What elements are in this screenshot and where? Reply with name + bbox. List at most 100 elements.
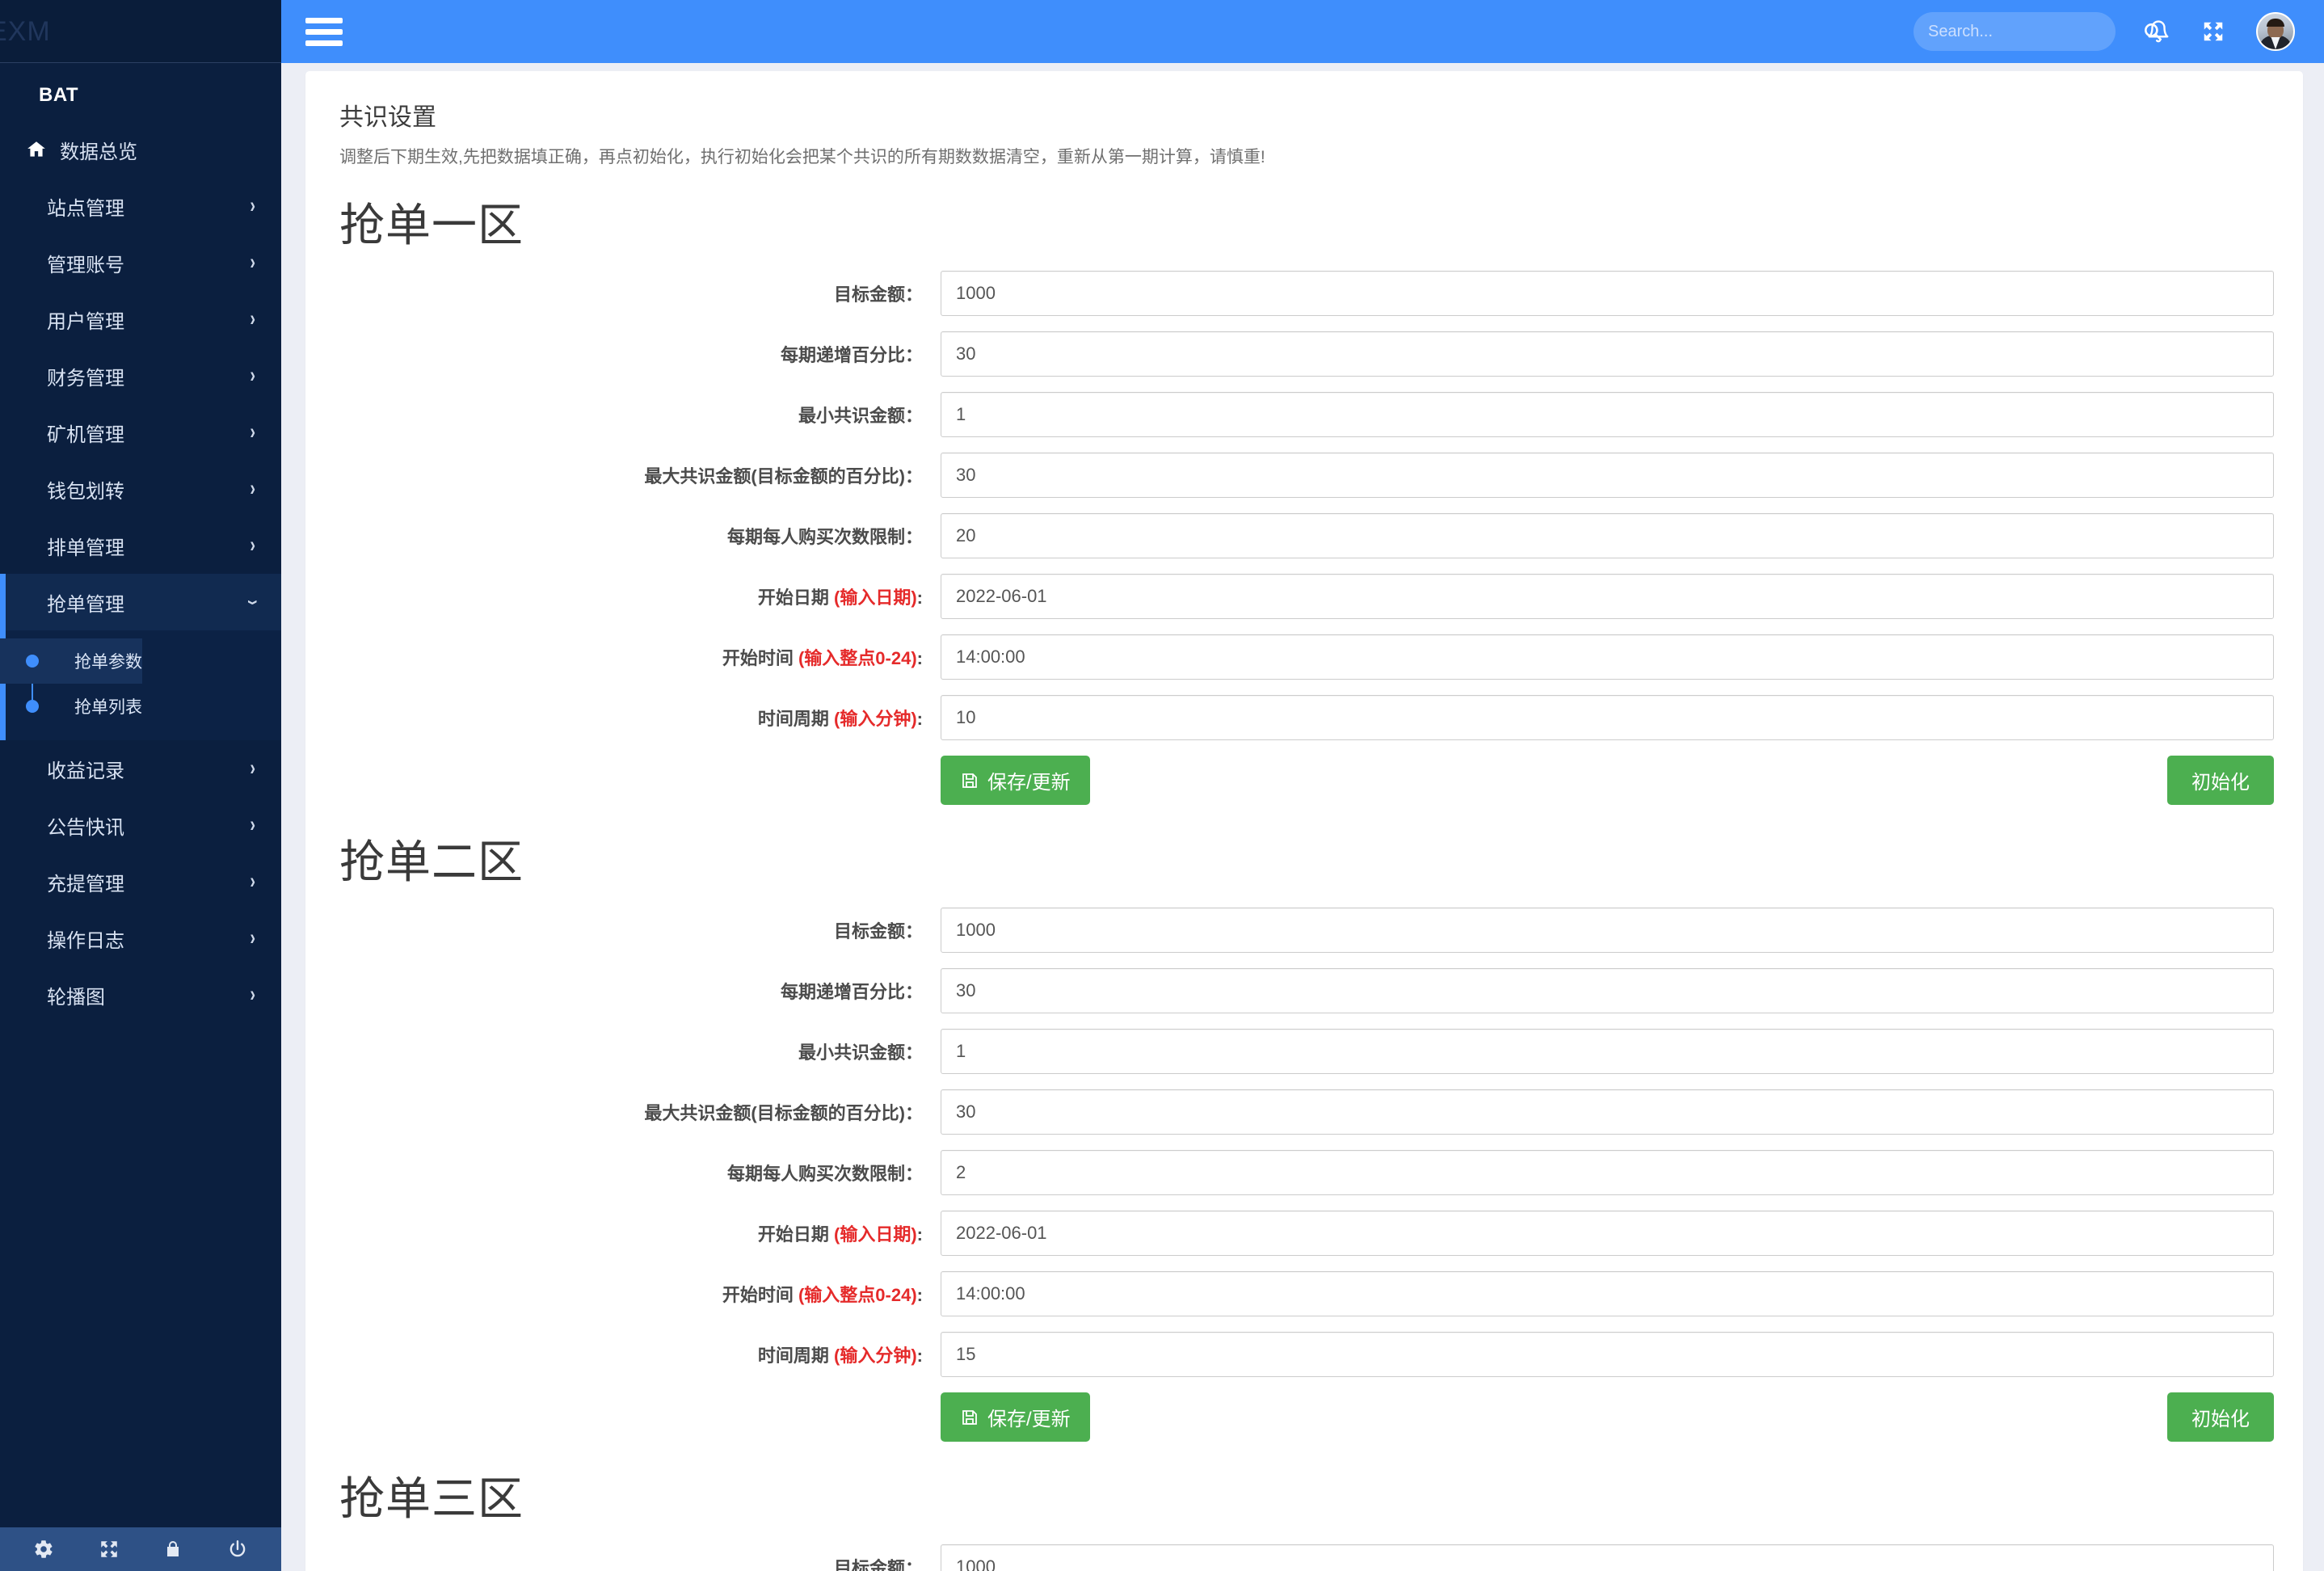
brand-label: BAT [39,84,79,106]
start-date-input-1[interactable] [941,574,2274,619]
field-label: 每期每人购买次数限制： [726,527,923,547]
chevron-right-icon: › [250,250,255,275]
chevron-down-icon: › [241,599,266,605]
target-amount-input-3[interactable] [941,1544,2274,1571]
target-amount-input-1[interactable] [941,271,2274,316]
sidebar-item-carousel[interactable]: 轮播图 › [0,967,281,1023]
sidebar-item-miner[interactable]: 矿机管理 › [0,404,281,461]
sidebar-item-finance[interactable]: 财务管理 › [0,347,281,404]
save-button-label: 保存/更新 [987,772,1071,794]
sidebar-item-admin-account[interactable]: 管理账号 › [0,234,281,291]
max-consensus-input-1[interactable] [941,453,2274,498]
actions-row-1: 保存/更新 初始化 [335,756,2274,805]
field-row-target-amount-3: 目标金额： [335,1544,2274,1571]
field-label: 每期递增百分比： [780,982,923,1002]
field-label-hint: (输入分钟) [834,709,917,729]
sidebar-item-announcements[interactable]: 公告快讯 › [0,797,281,853]
chevron-right-icon: › [250,306,255,331]
gear-icon[interactable] [33,1539,54,1560]
page-description: 调整后下期生效,先把数据填正确，再点初始化，执行初始化会把某个共识的所有期数数据… [339,148,1265,166]
min-consensus-input-2[interactable] [941,1029,2274,1074]
avatar[interactable] [2256,12,2295,51]
field-row-increase-percent-1: 每期递增百分比： [335,331,2274,377]
sidebar-subitem-grab-list[interactable]: 抢单列表 [0,684,281,729]
expand-icon[interactable] [99,1539,120,1560]
start-time-input-1[interactable] [941,634,2274,680]
period-input-1[interactable] [941,695,2274,740]
sidebar-item-operation-log[interactable]: 操作日志 › [0,910,281,967]
purchase-limit-input-1[interactable] [941,513,2274,558]
field-label-main: 开始时间 [722,1285,798,1305]
sidebar-item-earnings-record[interactable]: 收益记录 › [0,740,281,797]
sidebar-item-wallet-transfer[interactable]: 钱包划转 › [0,461,281,517]
sidebar-item-grab-order-management[interactable]: 抢单管理 › [0,574,281,630]
sidebar-item-deposit-withdraw[interactable]: 充提管理 › [0,853,281,910]
field-label-suffix: : [916,1224,923,1245]
chevron-right-icon: › [250,476,255,501]
sidebar-item-order-queue[interactable]: 排单管理 › [0,517,281,574]
field-row-increase-percent-2: 每期递增百分比： [335,968,2274,1013]
max-consensus-input-2[interactable] [941,1089,2274,1135]
search-box[interactable] [1914,12,2162,51]
chevron-right-icon: › [250,533,255,558]
increase-percent-input-1[interactable] [941,331,2274,377]
field-label-hint: (输入日期) [834,588,917,608]
sidebar-item-user-management[interactable]: 用户管理 › [0,291,281,347]
actions-row-2: 保存/更新 初始化 [335,1392,2274,1442]
field-label: 每期递增百分比： [780,345,923,365]
init-button-1[interactable]: 初始化 [2167,756,2274,805]
field-label-suffix: : [916,588,923,608]
field-label: 开始时间 (输入整点0-24): [335,644,941,670]
save-button-label: 保存/更新 [987,1409,1071,1430]
field-row-purchase-limit-2: 每期每人购买次数限制： [335,1150,2274,1195]
sidebar-item-site[interactable]: 站点管理 › [0,178,281,234]
chevron-right-icon: › [250,925,255,950]
period-input-2[interactable] [941,1332,2274,1377]
field-label: 最小共识金额： [798,406,923,426]
save-button-2[interactable]: 保存/更新 [941,1392,1090,1442]
field-row-start-time-2: 开始时间 (输入整点0-24): [335,1271,2274,1316]
purchase-limit-input-2[interactable] [941,1150,2274,1195]
settings-card: 共识设置 调整后下期生效,先把数据填正确，再点初始化，执行初始化会把某个共识的所… [305,71,2303,1571]
field-row-min-consensus-1: 最小共识金额： [335,392,2274,437]
sidebar: EXM BAT 数据总览 站点管理 › 管理账号 › 用户管理 › [0,0,281,1571]
search-icon[interactable] [2142,21,2163,42]
field-label: 开始日期 (输入日期): [335,1220,941,1246]
chevron-right-icon: › [250,982,255,1007]
home-icon [23,139,50,160]
save-button-1[interactable]: 保存/更新 [941,756,1090,805]
page-title: 共识设置 [339,104,436,131]
init-button-2[interactable]: 初始化 [2167,1392,2274,1442]
field-row-min-consensus-2: 最小共识金额： [335,1029,2274,1074]
sidebar-footer [0,1527,281,1571]
submenu-dot-icon [26,655,39,668]
content-area: 共识设置 调整后下期生效,先把数据填正确，再点初始化，执行初始化会把某个共识的所… [281,63,2324,1571]
expand-icon[interactable] [2201,19,2225,44]
sidebar-item-label: 矿机管理 [47,423,124,446]
search-input[interactable] [1928,22,2142,41]
field-label-main: 开始日期 [757,1224,835,1245]
sidebar-item-label: 排单管理 [47,537,124,559]
hamburger-icon[interactable] [305,12,343,52]
floppy-disk-icon [960,1408,979,1427]
sidebar-subitem-grab-params[interactable]: 抢单参数 [0,638,142,684]
field-label: 开始时间 (输入整点0-24): [335,1281,941,1307]
sidebar-item-label: 充提管理 [47,873,124,895]
increase-percent-input-2[interactable] [941,968,2274,1013]
field-label-hint: (输入日期) [834,1224,917,1245]
field-label-suffix: : [916,709,923,729]
avatar-hair [2267,19,2284,27]
lock-icon[interactable] [163,1539,183,1560]
power-icon[interactable] [227,1539,248,1560]
field-row-max-consensus-2: 最大共识金额(目标金额的百分比)： [335,1089,2274,1135]
start-date-input-2[interactable] [941,1211,2274,1256]
start-time-input-2[interactable] [941,1271,2274,1316]
sidebar-logo-bar: EXM [0,0,281,63]
topbar-actions [1914,12,2295,51]
sidebar-item-label: 管理账号 [47,254,124,276]
section-title-zone-1: 抢单一区 [339,200,524,251]
sidebar-item-overview[interactable]: 数据总览 [0,121,281,178]
target-amount-input-2[interactable] [941,908,2274,953]
hamburger-bar [305,28,343,35]
min-consensus-input-1[interactable] [941,392,2274,437]
